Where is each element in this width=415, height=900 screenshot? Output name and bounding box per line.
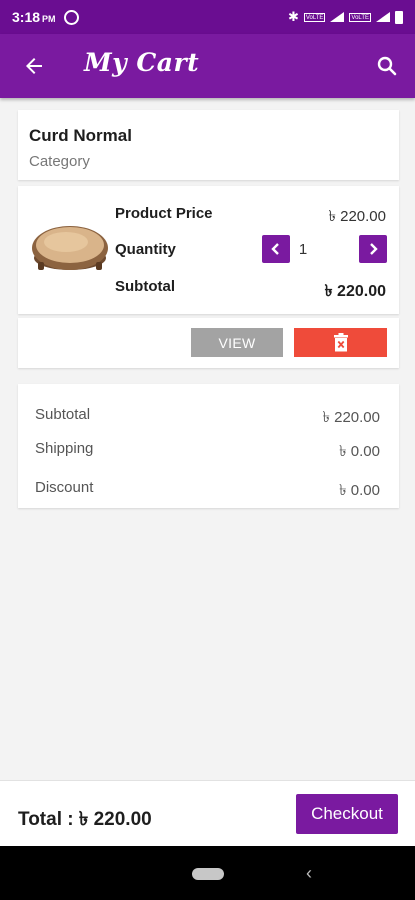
search-icon[interactable] bbox=[375, 54, 399, 78]
nav-back-icon[interactable]: ‹ bbox=[306, 863, 312, 884]
back-arrow-icon[interactable] bbox=[22, 54, 46, 78]
price-value: ৳ 220.00 bbox=[328, 208, 386, 225]
page-title: My Cart bbox=[84, 48, 200, 77]
decrease-quantity-button[interactable] bbox=[262, 235, 290, 263]
status-bar: 3:18 PM ✱ VoLTE VoLTE bbox=[0, 0, 415, 34]
chevron-left-icon bbox=[271, 243, 279, 255]
product-image bbox=[32, 226, 108, 270]
order-summary-card: Subtotal ৳ 220.00 Shipping ৳ 0.00 Discou… bbox=[18, 384, 399, 508]
status-ampm: PM bbox=[42, 13, 56, 24]
chevron-right-icon bbox=[370, 243, 378, 255]
subtotal-value: ৳ 220.00 bbox=[324, 283, 386, 300]
delete-button[interactable] bbox=[294, 328, 387, 357]
summary-shipping-label: Shipping bbox=[35, 440, 94, 457]
total-amount: Total : ৳ 220.00 bbox=[18, 809, 152, 830]
home-pill-icon[interactable] bbox=[192, 868, 224, 880]
signal-icon bbox=[376, 12, 390, 22]
battery-icon bbox=[395, 10, 403, 24]
bluetooth-icon: ✱ bbox=[287, 9, 299, 24]
app-bar: My Cart bbox=[0, 34, 415, 98]
quantity-label: Quantity bbox=[115, 241, 176, 258]
view-button[interactable]: VIEW bbox=[191, 328, 283, 357]
viber-icon bbox=[63, 9, 79, 25]
increase-quantity-button[interactable] bbox=[359, 235, 387, 263]
summary-discount-value: ৳ 0.00 bbox=[339, 482, 380, 499]
system-nav-bar: ‹ bbox=[0, 846, 415, 900]
checkout-button[interactable]: Checkout bbox=[296, 794, 398, 834]
product-category: Category bbox=[29, 153, 90, 170]
product-header-card: Curd Normal Category bbox=[18, 110, 399, 180]
volte-badge: VoLTE bbox=[303, 12, 326, 22]
summary-subtotal-label: Subtotal bbox=[35, 406, 91, 423]
volte-badge: VoLTE bbox=[349, 12, 371, 22]
item-actions-card: VIEW bbox=[18, 318, 399, 368]
summary-discount-label: Discount bbox=[35, 479, 94, 496]
status-icons: ✱ VoLTE VoLTE bbox=[288, 9, 403, 25]
summary-subtotal-value: ৳ 220.00 bbox=[322, 409, 380, 426]
subtotal-label: Subtotal bbox=[115, 278, 175, 295]
summary-shipping-value: ৳ 0.00 bbox=[339, 443, 380, 460]
status-time: 3:18 bbox=[12, 9, 41, 25]
price-label: Product Price bbox=[115, 205, 213, 222]
signal-icon bbox=[330, 12, 345, 22]
product-name: Curd Normal bbox=[29, 126, 132, 145]
quantity-value: 1 bbox=[298, 241, 308, 258]
trash-icon bbox=[333, 333, 348, 352]
checkout-bar: Total : ৳ 220.00 Checkout bbox=[0, 780, 415, 846]
